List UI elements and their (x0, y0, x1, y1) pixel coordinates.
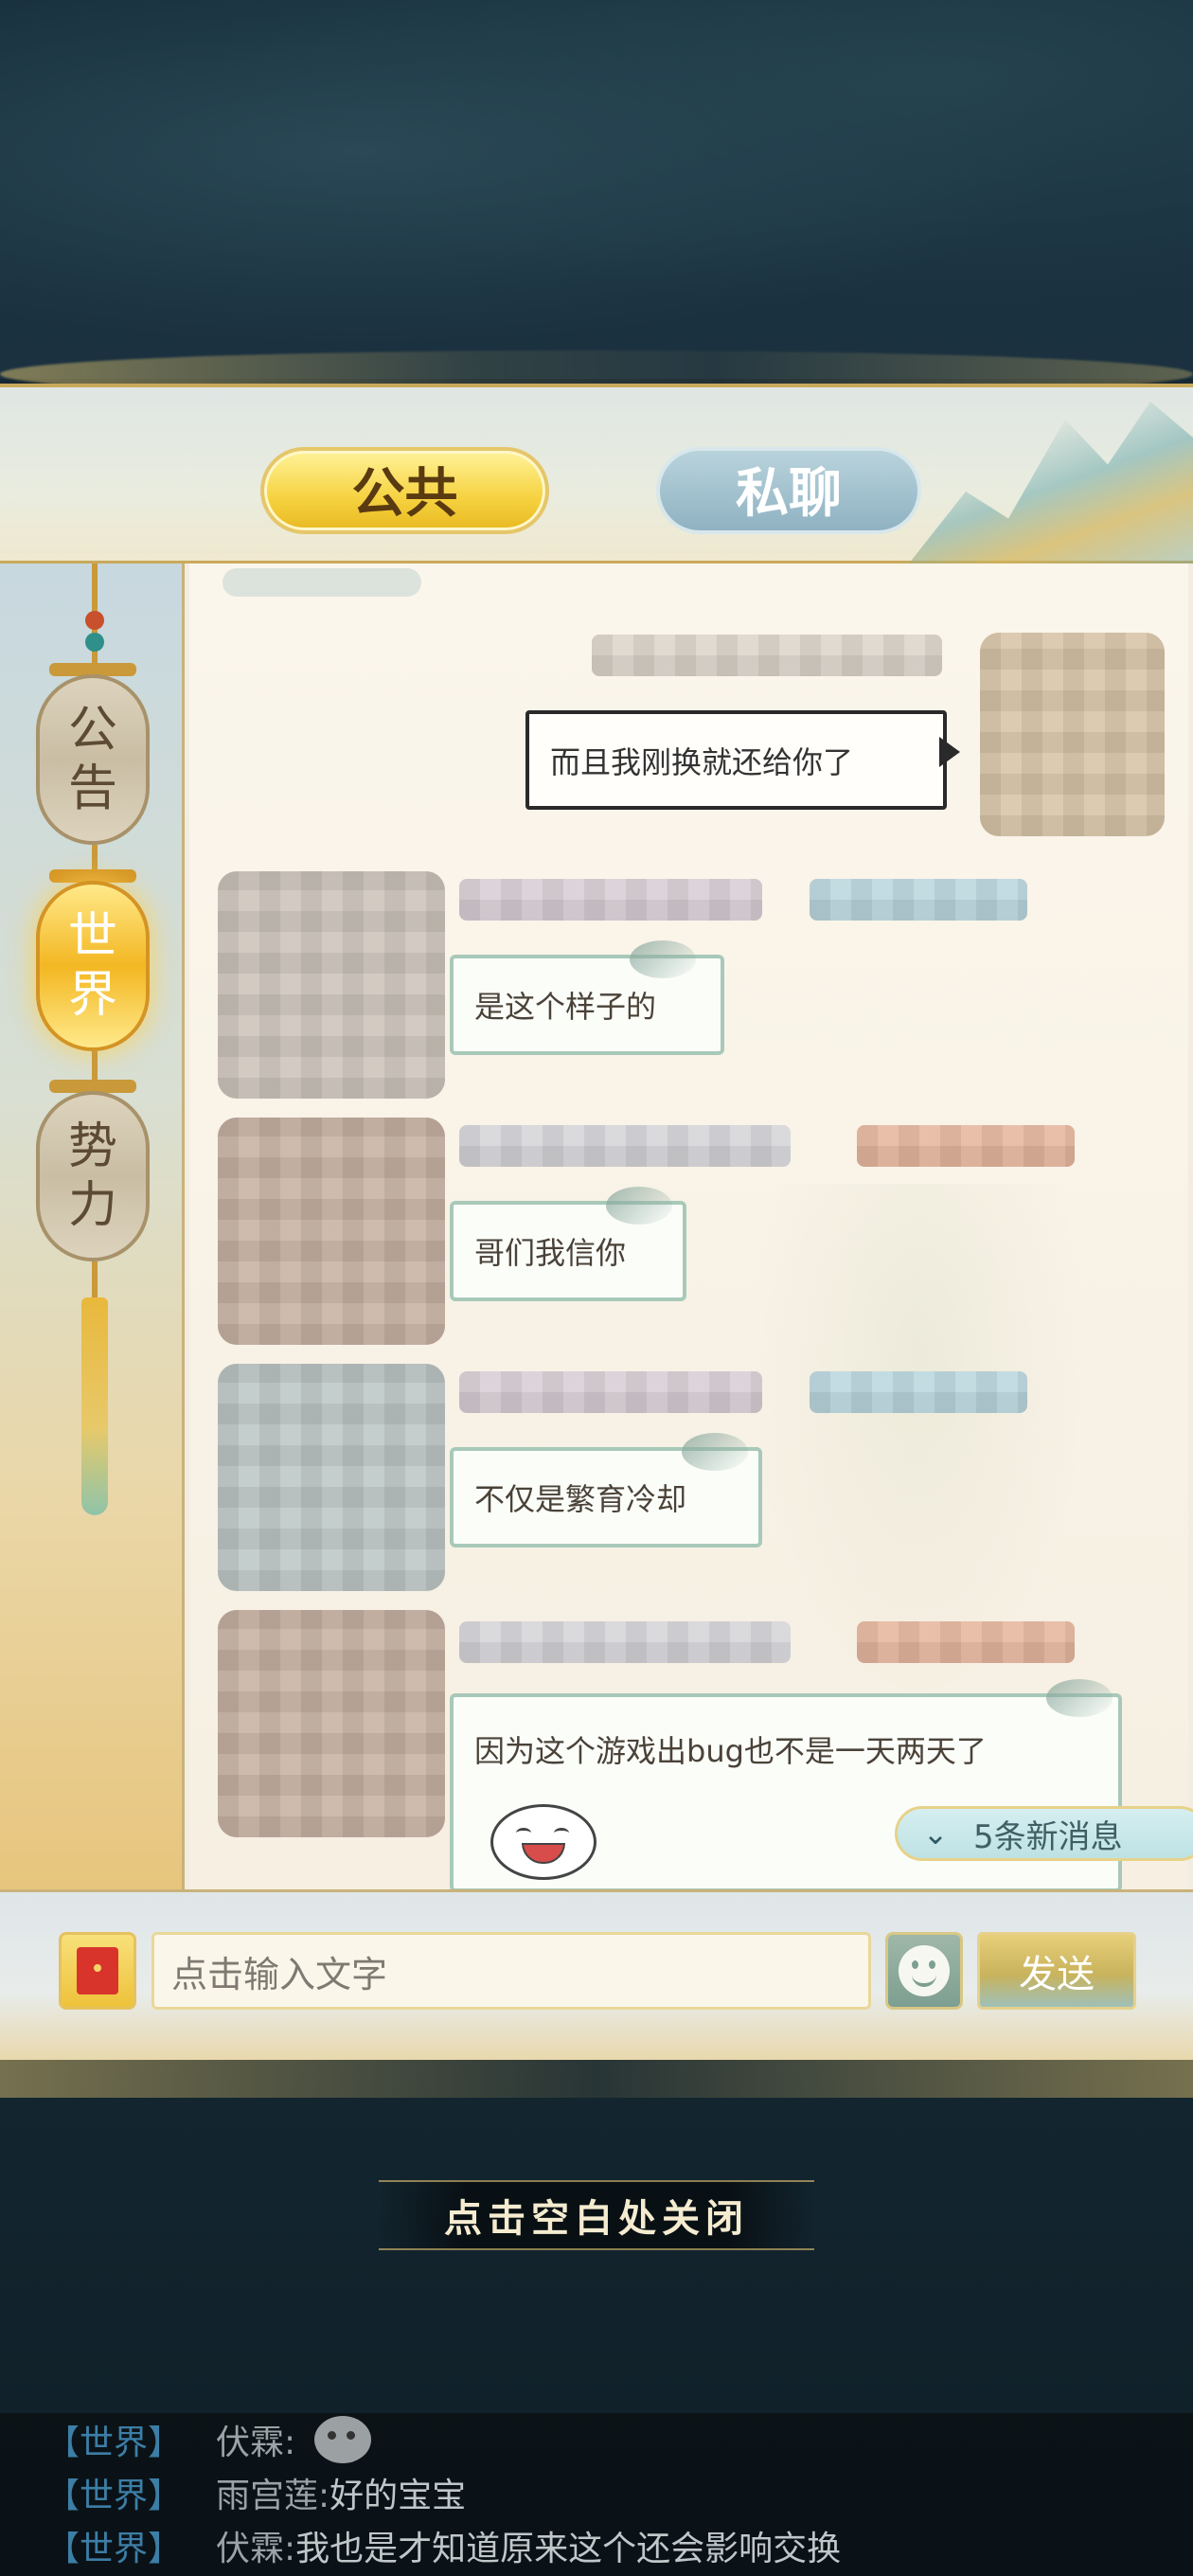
channel-tag: 【世界】 (45, 2424, 183, 2462)
ticker-text: 好的宝宝 (329, 2477, 467, 2515)
sender-name-blurred (459, 1125, 791, 1167)
message-text: 因为这个游戏出bug也不是一天两天了 (474, 1733, 987, 1769)
message-text: 是这个样子的 (474, 989, 657, 1025)
red-envelope-icon (77, 1947, 118, 1995)
message-text: 哥们我信你 (474, 1235, 627, 1271)
sender-name: 雨宫莲: (216, 2477, 330, 2515)
bead-icon (85, 611, 104, 630)
sidebar-item-faction[interactable]: 势 力 (36, 1091, 150, 1261)
sender-title-blurred (810, 879, 1027, 921)
new-messages-label: 5条新消息 (973, 1817, 1123, 1856)
ticker-line: 【世界】 伏霖: (45, 2413, 372, 2466)
avatar[interactable] (980, 633, 1165, 836)
sidebar-item-label: 公 (67, 702, 117, 759)
sender-name: 伏霖: (216, 2424, 296, 2462)
tab-public[interactable]: 公共 (260, 447, 549, 534)
sender-title-blurred (857, 1621, 1075, 1663)
message-input[interactable]: 点击输入文字 (151, 1932, 871, 2010)
message-text: 而且我刚换就还给你了 (550, 743, 854, 780)
sender-title-blurred (857, 1125, 1075, 1167)
lantern-rope (92, 845, 98, 871)
sprig-decoration (682, 1433, 748, 1471)
sender-name-blurred (459, 879, 762, 921)
send-button[interactable]: 发送 (977, 1932, 1136, 2010)
input-placeholder: 点击输入文字 (171, 1953, 388, 1995)
sender-name-blurred (592, 635, 942, 676)
bead-icon (85, 633, 104, 652)
bubble-tail (939, 737, 960, 767)
new-messages-button[interactable]: ⌄ 5条新消息 (895, 1806, 1193, 1861)
gold-cloud-decoration (0, 2060, 1193, 2098)
smiley-icon (899, 1945, 950, 1996)
tassel-decoration (81, 1297, 108, 1515)
message-bubble[interactable]: 而且我刚换就还给你了 (525, 710, 947, 810)
avatar[interactable] (218, 1364, 445, 1591)
sender-title-blurred (810, 1371, 1027, 1413)
channel-tag: 【世界】 (45, 2477, 183, 2515)
ticker-line: 【世界】 伏霖: 我也是才知道原来这个还会影响交换 (45, 2519, 841, 2572)
sender-name-blurred (459, 1371, 762, 1413)
avatar[interactable] (218, 871, 445, 1099)
emoji-button[interactable] (885, 1932, 963, 2010)
sidebar-item-label: 界 (67, 967, 117, 1024)
sender-name-blurred (459, 1621, 791, 1663)
emoji-sticker-icon (314, 2416, 372, 2463)
sprig-decoration (1046, 1679, 1113, 1717)
close-hint[interactable]: 点击空白处关闭 (379, 2180, 814, 2250)
red-packet-button[interactable] (59, 1932, 136, 2010)
avatar[interactable] (218, 1610, 445, 1837)
message-text: 不仅是繁育冷却 (474, 1481, 687, 1517)
ticker-text: 我也是才知道原来这个还会影响交换 (295, 2530, 842, 2568)
ticker-line: 【世界】 雨宫莲: 好的宝宝 (45, 2466, 466, 2519)
avatar[interactable] (218, 1118, 445, 1345)
sidebar-item-label: 力 (67, 1177, 117, 1234)
cloud-decoration (223, 568, 421, 597)
sprig-decoration (606, 1187, 672, 1225)
laughing-emoji-icon (490, 1804, 596, 1880)
sender-name: 伏霖: (216, 2530, 296, 2568)
channel-tag: 【世界】 (45, 2530, 183, 2568)
sidebar-item-label: 势 (67, 1118, 117, 1175)
bamboo-decoration (720, 1184, 1117, 1752)
tab-private[interactable]: 私聊 (656, 447, 921, 534)
background-sky (0, 0, 1193, 379)
double-chevron-down-icon: ⌄ (922, 1816, 949, 1852)
lantern-rope (92, 1051, 98, 1082)
sprig-decoration (630, 940, 696, 978)
sidebar-item-label: 告 (67, 760, 117, 817)
sidebar-item-label: 世 (67, 908, 117, 965)
sidebar-item-announcement[interactable]: 公 告 (36, 674, 150, 845)
lantern-rope (92, 1261, 98, 1299)
sidebar-item-world[interactable]: 世 界 (36, 881, 150, 1051)
